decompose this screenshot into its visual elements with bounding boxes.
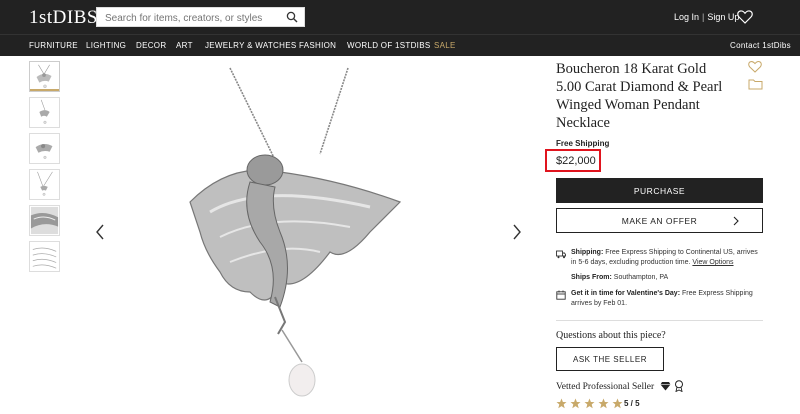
shipping-label: Shipping:	[571, 249, 604, 256]
shipping-truck-icon	[556, 250, 566, 259]
star-icon	[570, 398, 581, 409]
nav-jewelry-watches[interactable]: JEWELRY & WATCHES	[205, 41, 297, 50]
product-price: $22,000	[556, 155, 596, 167]
make-offer-button[interactable]: MAKE AN OFFER	[556, 208, 763, 233]
search-box[interactable]	[96, 7, 305, 28]
star-icon	[556, 398, 567, 409]
main-nav: FURNITURE LIGHTING DECOR ART JEWELRY & W…	[0, 34, 800, 56]
nav-furniture[interactable]: FURNITURE	[29, 41, 78, 50]
thumbnail-5[interactable]	[29, 205, 60, 236]
valentine-label: Get it in time for Valentine's Day:	[571, 290, 681, 297]
next-image-arrow-icon[interactable]	[511, 223, 523, 241]
search-icon[interactable]	[286, 11, 298, 23]
login-link[interactable]: Log In	[674, 12, 699, 22]
section-divider	[556, 320, 763, 321]
purchase-button[interactable]: PURCHASE	[556, 178, 763, 203]
view-options-link[interactable]: View Options	[692, 259, 733, 266]
valentine-info: Get it in time for Valentine's Day: Free…	[571, 289, 763, 309]
product-main-image	[189, 67, 402, 397]
nav-art[interactable]: ART	[176, 41, 193, 50]
shipping-info: Shipping: Free Express Shipping to Conti…	[571, 248, 763, 268]
thumbnail-2[interactable]	[29, 97, 60, 128]
auth-separator: |	[702, 12, 705, 22]
thumbnail-pendant-image	[39, 99, 50, 124]
favorite-heart-icon[interactable]	[748, 60, 762, 73]
questions-heading: Questions about this piece?	[556, 330, 666, 341]
star-icon	[584, 398, 595, 409]
thumbnail-chain-image	[32, 247, 57, 269]
vetted-seller-label: Vetted Professional Seller	[556, 382, 655, 392]
nav-sale[interactable]: SALE	[434, 41, 456, 50]
thumbnail-detail-image	[30, 206, 59, 235]
nav-fashion[interactable]: FASHION	[299, 41, 336, 50]
thumbnail-pendant-image	[35, 144, 53, 159]
ships-from-value: Southampton, PA	[611, 274, 669, 281]
thumbnail-pendant-image	[37, 171, 53, 196]
signup-link[interactable]: Sign Up	[707, 12, 739, 22]
award-ribbon-icon	[675, 380, 683, 392]
search-input[interactable]	[97, 9, 277, 28]
make-offer-label: MAKE AN OFFER	[621, 215, 698, 226]
site-logo[interactable]: 1stDIBS	[29, 7, 98, 29]
thumbnail-4[interactable]	[29, 169, 60, 200]
ships-from-info: Ships From: Southampton, PA	[571, 273, 668, 283]
ships-from-label: Ships From:	[571, 274, 612, 281]
thumbnail-pendant-image	[36, 64, 52, 89]
free-shipping-label: Free Shipping	[556, 139, 610, 148]
nav-world-of-1stdibs[interactable]: WORLD OF 1STDIBS	[347, 41, 430, 50]
nav-lighting[interactable]: LIGHTING	[86, 41, 126, 50]
diamond-icon	[660, 382, 671, 391]
ask-seller-button[interactable]: ASK THE SELLER	[556, 347, 664, 371]
chevron-right-icon	[733, 216, 739, 226]
thumbnail-1[interactable]	[29, 61, 60, 92]
folder-icon[interactable]	[748, 78, 763, 90]
star-icon	[612, 398, 623, 409]
star-icon	[598, 398, 609, 409]
contact-link[interactable]: Contact 1stDibs	[730, 41, 791, 50]
favorites-heart-icon[interactable]	[737, 9, 753, 24]
rating-value: 5 / 5	[624, 399, 640, 408]
calendar-icon	[556, 290, 566, 300]
thumbnail-6[interactable]	[29, 241, 60, 272]
auth-links: Log In | Sign Up	[674, 12, 739, 22]
top-header: 1stDIBS Log In|Sign Up	[0, 0, 800, 34]
nav-decor[interactable]: DECOR	[136, 41, 166, 50]
product-title: Boucheron 18 Karat Gold 5.00 Carat Diamo…	[556, 61, 723, 131]
prev-image-arrow-icon[interactable]	[94, 223, 106, 241]
thumbnail-3[interactable]	[29, 133, 60, 164]
rating-stars	[556, 398, 623, 409]
